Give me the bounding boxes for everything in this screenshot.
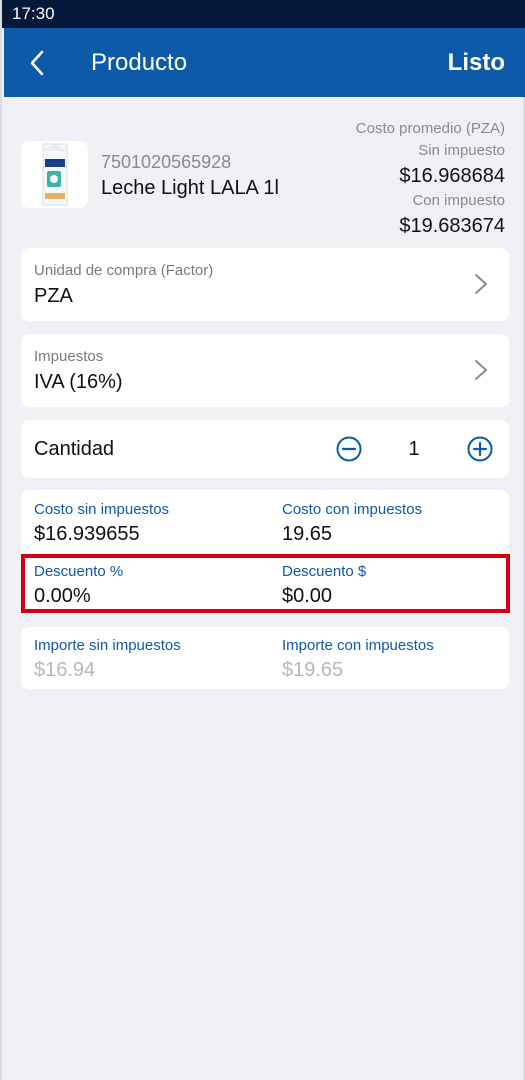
amounts-card: Importe sin impuestos $16.94 Importe con… (21, 627, 509, 689)
cost-with-tax-field[interactable]: Costo con impuestos 19.65 (282, 500, 422, 548)
amount-without-tax-label: Importe sin impuestos (34, 637, 181, 654)
quantity-row: Cantidad 1 (21, 420, 509, 478)
chevron-right-icon (475, 360, 487, 380)
cost-without-tax-field[interactable]: Costo sin impuestos $16.939655 (34, 500, 169, 548)
cost-with-tax-field-value: 19.65 (282, 523, 333, 545)
increase-quantity-button[interactable] (467, 436, 493, 462)
done-button[interactable]: Listo (448, 28, 505, 97)
back-arrow-icon (30, 50, 44, 76)
status-bar: 17:30 (2, 0, 525, 28)
taxes-row[interactable]: Impuestos IVA (16%) (21, 334, 509, 407)
amount-with-tax-label: Importe con impuestos (282, 637, 434, 654)
status-time: 17:30 (12, 4, 55, 23)
taxes-value: IVA (16%) (34, 371, 123, 393)
average-cost-title: Costo promedio (PZA) (355, 120, 505, 137)
amount-with-tax-value: $19.65 (282, 659, 344, 681)
cost-without-tax-field-label: Costo sin impuestos (34, 501, 170, 518)
amount-with-tax-field: Importe con impuestos $19.65 (282, 636, 434, 684)
plus-circle-icon (467, 436, 493, 462)
purchase-unit-label: Unidad de compra (Factor) (34, 262, 214, 279)
discount-highlight-box (21, 554, 510, 613)
page-title: Producto (91, 49, 188, 76)
chevron-right-icon (475, 274, 487, 294)
app-bar: Producto Listo (4, 28, 525, 97)
quantity-label: Cantidad (34, 438, 115, 460)
cost-with-tax-field-label: Costo con impuestos (282, 501, 423, 518)
product-name: Leche Light LALA 1l (101, 177, 279, 199)
product-image (21, 141, 88, 208)
minus-circle-icon (336, 436, 362, 462)
cost-without-tax-label: Sin impuesto (418, 142, 505, 159)
purchase-unit-row[interactable]: Unidad de compra (Factor) PZA (21, 248, 509, 321)
purchase-unit-value: PZA (34, 285, 73, 307)
product-barcode: 7501020565928 (101, 152, 232, 172)
decrease-quantity-button[interactable] (336, 436, 362, 462)
cost-without-tax-field-value: $16.939655 (34, 523, 140, 545)
cost-without-tax-value: $16.968684 (399, 165, 505, 187)
quantity-value[interactable]: 1 (401, 438, 427, 461)
back-button[interactable] (24, 48, 54, 78)
taxes-label: Impuestos (34, 348, 104, 365)
cost-with-tax-value: $19.683674 (399, 215, 505, 237)
milk-carton-image (42, 143, 68, 206)
amount-without-tax-field: Importe sin impuestos $16.94 (34, 636, 181, 684)
amount-without-tax-value: $16.94 (34, 659, 96, 681)
cost-with-tax-label: Con impuesto (412, 192, 505, 209)
screen: 17:30 Producto Listo 7501020565928 Leche… (0, 0, 525, 1080)
average-cost-block: Costo promedio (PZA) Sin impuesto $16.96… (356, 118, 505, 240)
